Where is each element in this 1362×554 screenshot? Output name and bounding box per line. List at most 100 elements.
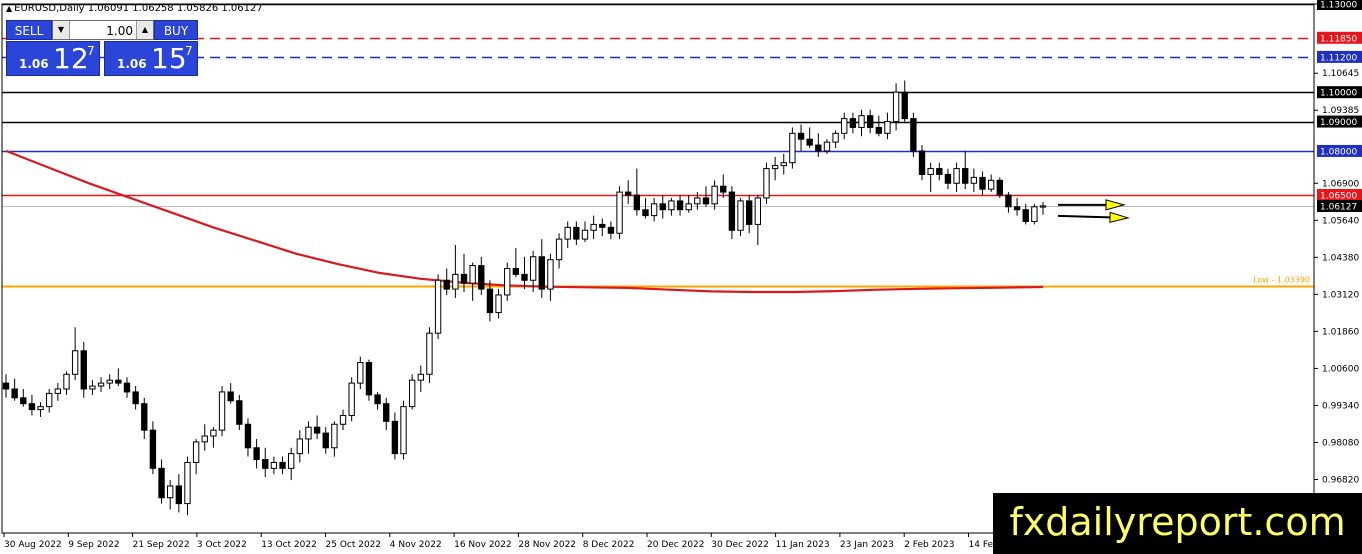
sell-button[interactable]: SELL [6,20,52,40]
buy-button[interactable]: BUY [154,20,198,40]
candle-bull [987,179,995,190]
candle-bull [841,118,848,134]
x-tick-label: 30 Aug 2022 [4,540,62,550]
candle-bull [970,176,978,184]
x-tick-label: 30 Dec 2022 [711,540,769,550]
candle-bull [210,429,217,437]
buy-quote[interactable]: 1.06 15 7 [104,41,198,76]
candle-bull [590,223,597,231]
candle-bull [331,423,338,449]
candle-bull [823,141,831,152]
x-tick-label: 21 Sep 2022 [133,540,190,550]
candle-bear [866,115,874,128]
candle-bear [132,391,139,405]
candle-bear [642,209,649,217]
candle-bull [547,259,554,290]
candle-bear [28,403,36,411]
price-tag-label: 1.10000 [1320,89,1357,99]
watermark-logo: fxdailyreport.com [993,493,1362,554]
candle-bear [236,400,243,425]
candle-bear [11,388,18,399]
price-tag-label: 1.09000 [1320,118,1357,128]
price-tag-label: 1.06127 [1320,202,1357,212]
candle-bull [97,382,105,387]
candle-bear [313,426,321,434]
candle-bull [504,268,511,296]
x-tick-label: 2 Feb 2023 [904,540,954,550]
candle-bear [478,265,485,290]
candle-bear [115,379,122,384]
candle-bull [927,168,934,175]
candle-bull [711,185,718,205]
symbol-ohlc-text: EURUSD,Daily 1.06091 1.06258 1.05826 1.0… [14,3,263,14]
price-tag-label: 1.08000 [1320,147,1357,157]
candle-bull [305,426,312,440]
candle-bull [1031,206,1038,222]
y-tick-label: 1.01860 [1322,327,1359,337]
sell-quote-prefix: 1.06 [19,57,49,71]
candle-bull [495,294,502,314]
one-click-trading-panel: SELL ▼ ▲ BUY 1.06 12 7 1.06 15 7 [6,20,198,76]
lot-up-arrow-icon[interactable]: ▲ [136,21,153,39]
candle-bear [573,226,580,240]
candle-bull [218,391,226,431]
candle-bear [244,423,252,449]
candle-bear [20,397,27,405]
y-tick-label: 0.99340 [1322,401,1359,411]
sell-quote[interactable]: 1.06 12 7 [6,41,100,76]
candle-bull [408,379,416,408]
y-tick-label: 1.00600 [1322,364,1359,374]
candle-bear [728,191,736,231]
lot-size-stepper[interactable]: ▼ ▲ [52,20,154,41]
lot-size-input[interactable] [69,21,137,41]
candle-bull [685,203,692,211]
candle-bull [452,273,459,290]
x-tick-label: 28 Nov 2022 [518,540,576,550]
candle-bear [158,467,165,499]
candle-bear [391,420,399,455]
candle-bear [383,403,390,422]
x-tick-label: 25 Oct 2022 [326,540,382,550]
chart-frame: 1.13000 1.10645 1.09385 1.06900 1.05640 1.043… [0,0,1362,554]
candle-bull [63,373,70,390]
candle-bear [149,429,157,469]
x-tick-label: 20 Dec 2022 [647,540,705,550]
candle-bull [167,485,174,499]
x-tick-label: 23 Jan 2023 [840,540,894,550]
candle-bear [227,391,234,402]
lot-down-arrow-icon[interactable]: ▼ [53,21,70,39]
candle-bull [529,256,537,281]
candle-bull [434,279,442,334]
candle-bull [892,91,900,123]
candle-bull [780,162,787,167]
candle-bear [944,173,952,184]
y-tick-label: 1.05640 [1322,216,1359,226]
x-tick-label: 16 Nov 2022 [454,540,512,550]
candle-bull [650,203,658,217]
collapse-triangle-icon[interactable]: ▲ [6,4,12,13]
candle-bull [184,461,191,505]
low-level-label: Low - 1.03390 [1253,275,1310,284]
candle-bull [1039,205,1047,208]
candle-bear [996,179,1003,196]
candle-bull [754,197,762,225]
candle-bull [884,121,891,134]
candle-bear [746,200,753,225]
candle-bull [287,453,295,469]
candle-bull [832,132,839,143]
candle-bull [71,350,79,375]
candle-bull [46,392,53,408]
candle-bear [279,461,286,469]
candle-bear [607,226,615,234]
candle-bear [80,350,87,390]
candle-bull [357,362,364,384]
candle-bear [936,168,943,175]
x-tick-label: 8 Dec 2022 [583,540,635,550]
candle-bear [633,194,641,211]
y-tick-label: 1.10645 [1322,69,1359,79]
candle-bear [538,256,545,290]
candle-bear [123,382,131,393]
candle-bear [2,382,10,390]
price-chart: 1.13000 1.10645 1.09385 1.06900 1.05640 1.043… [0,0,1362,554]
candle-bull [339,414,347,425]
